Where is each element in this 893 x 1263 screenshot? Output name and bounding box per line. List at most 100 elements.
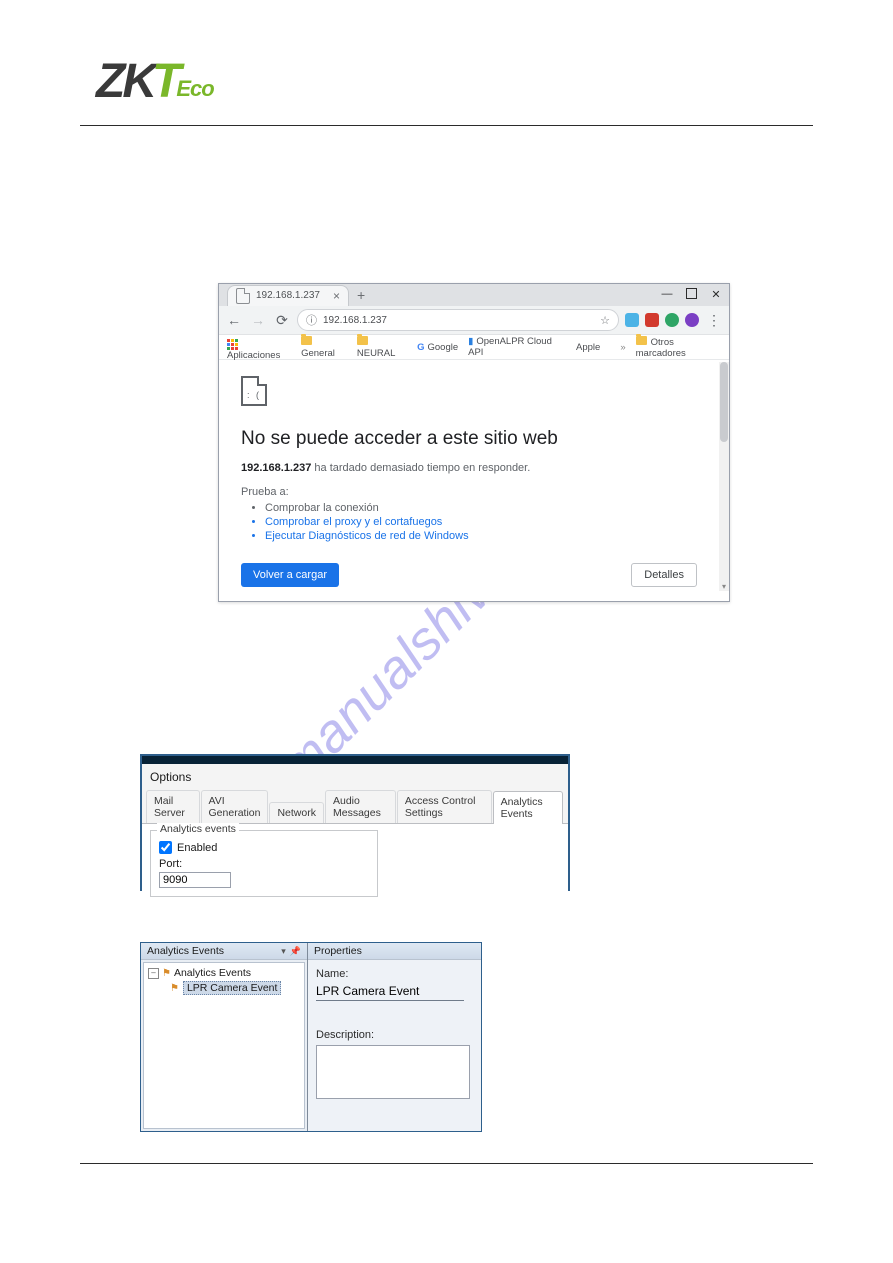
reload-button[interactable]: Volver a cargar (241, 563, 339, 587)
tabstrip: 192.168.1.237 × + — ✕ (219, 284, 729, 306)
suggestion-link[interactable]: Ejecutar Diagnósticos de red de Windows (265, 530, 697, 542)
ext-icon[interactable] (665, 313, 679, 327)
folder-icon (636, 336, 647, 345)
bookmark-apple[interactable]: Apple (573, 342, 600, 353)
footer-separator (80, 1163, 813, 1164)
event-icon: ⚑ (162, 968, 171, 979)
sad-document-icon: : ( (241, 376, 267, 406)
dialog-title: Options (142, 764, 568, 790)
scroll-down-icon[interactable]: ▾ (719, 582, 729, 591)
enabled-checkbox[interactable] (159, 841, 172, 854)
error-heading: No se puede acceder a este sitio web (241, 428, 697, 450)
back-button[interactable]: ← (225, 312, 243, 328)
analytics-events-fieldset: Analytics events Enabled Port: (150, 830, 378, 897)
scrollbar-thumb[interactable] (720, 362, 728, 442)
details-button[interactable]: Detalles (631, 563, 697, 587)
suggestion-link[interactable]: Comprobar el proxy y el cortafuegos (265, 516, 697, 528)
chrome-menu-icon[interactable]: ⋮ (705, 312, 723, 329)
toolbar: ← → ⟳ ⓘ 192.168.1.237 ☆ ⋮ (219, 306, 729, 335)
close-button[interactable]: ✕ (709, 288, 723, 301)
properties-body: Name: Description: (308, 960, 481, 1131)
address-bar[interactable]: ⓘ 192.168.1.237 ☆ (297, 309, 619, 331)
folder-icon (301, 336, 312, 345)
browser-window: 192.168.1.237 × + — ✕ ← → ⟳ ⓘ 192.168.1.… (218, 283, 730, 602)
suggestion-list: Comprobar la conexión Comprobar el proxy… (241, 502, 697, 542)
tab-audio-messages[interactable]: Audio Messages (325, 790, 396, 823)
tab-network[interactable]: Network (269, 802, 324, 823)
options-dialog: Options Mail Server AVI Generation Netwo… (140, 754, 570, 891)
google-g-icon: G (417, 342, 424, 353)
dialog-titlebar[interactable] (142, 756, 568, 764)
bookmark-openalpr[interactable]: ▮OpenALPR Cloud API (468, 336, 563, 358)
reload-button[interactable]: ⟳ (273, 312, 291, 329)
enabled-row: Enabled (159, 841, 369, 854)
bookmark-google[interactable]: GGoogle (417, 342, 458, 353)
other-bookmarks[interactable]: Otros marcadores (636, 336, 721, 359)
fieldset-legend: Analytics events (157, 823, 239, 835)
apps-grid-icon (227, 339, 238, 350)
options-body: Analytics events Enabled Port: (142, 824, 568, 905)
page-content: : ( No se puede acceder a este sitio web… (219, 362, 719, 601)
star-bookmark-icon[interactable]: ☆ (600, 314, 610, 327)
zkteco-logo: ZK T Eco (96, 58, 214, 106)
openalpr-icon: ▮ (468, 336, 473, 347)
tab-analytics-events[interactable]: Analytics Events (493, 791, 563, 824)
pane-tools: ▾ 📌 (281, 946, 301, 957)
ae-left-title: Analytics Events ▾ 📌 (141, 943, 307, 960)
name-label: Name: (316, 968, 473, 980)
try-label: Prueba a: (241, 486, 697, 498)
site-info-icon[interactable]: ⓘ (306, 312, 317, 328)
tab-access-control-settings[interactable]: Access Control Settings (397, 790, 492, 823)
events-tree[interactable]: – ⚑ Analytics Events ⚑ LPR Camera Event (143, 962, 305, 1129)
browser-tab[interactable]: 192.168.1.237 × (227, 285, 349, 306)
tree-collapse-icon[interactable]: – (148, 968, 159, 979)
event-icon: ⚑ (170, 983, 179, 994)
forward-button[interactable]: → (249, 312, 267, 328)
tree-child-label: LPR Camera Event (183, 981, 281, 995)
tab-close-icon[interactable]: × (333, 289, 340, 303)
port-label: Port: (159, 858, 369, 870)
apps-shortcut[interactable]: Aplicaciones (227, 334, 291, 361)
bookmarks-bar: Aplicaciones General NEURAL GGoogle ▮Ope… (219, 335, 729, 360)
ae-right-title: Properties (308, 943, 481, 960)
analytics-events-panel: Analytics Events ▾ 📌 – ⚑ Analytics Event… (140, 942, 482, 1132)
description-input[interactable] (316, 1045, 470, 1099)
ext-icon[interactable] (625, 313, 639, 327)
suggestion-item: Comprobar la conexión (265, 502, 697, 514)
error-subline: 192.168.1.237 ha tardado demasiado tiemp… (241, 462, 697, 474)
vertical-scrollbar[interactable]: ▴ ▾ (719, 362, 729, 591)
logo-eco: Eco (176, 78, 213, 100)
port-row: Port: (159, 858, 369, 888)
dropdown-icon[interactable]: ▾ (281, 946, 286, 957)
pin-icon[interactable]: 📌 (290, 946, 301, 957)
header-separator (80, 125, 813, 126)
tab-avi-generation[interactable]: AVI Generation (201, 790, 269, 823)
window-controls: — ✕ (660, 288, 723, 301)
bookmark-folder[interactable]: General (301, 336, 347, 359)
tree-root-label: Analytics Events (174, 967, 251, 979)
bookmark-folder[interactable]: NEURAL (357, 336, 407, 359)
name-input[interactable] (316, 982, 464, 1001)
enabled-label: Enabled (177, 842, 217, 854)
tree-root[interactable]: – ⚑ Analytics Events (148, 967, 300, 979)
extensions: ⋮ (625, 312, 723, 329)
options-tabstrip: Mail Server AVI Generation Network Audio… (142, 790, 568, 824)
logo-zk: ZK (96, 58, 154, 106)
folder-icon (357, 336, 368, 345)
maximize-button[interactable] (686, 288, 697, 299)
minimize-button[interactable]: — (660, 288, 674, 301)
ae-properties-pane: Properties Name: Description: (308, 943, 481, 1131)
tab-mail-server[interactable]: Mail Server (146, 790, 200, 823)
ext-icon[interactable] (645, 313, 659, 327)
overflow-chevron-icon[interactable]: » (620, 342, 625, 353)
profile-avatar-icon[interactable] (685, 313, 699, 327)
logo-t: T (152, 58, 178, 106)
ae-left-title-text: Analytics Events (147, 945, 224, 957)
tree-child[interactable]: ⚑ LPR Camera Event (170, 981, 300, 995)
description-label: Description: (316, 1029, 473, 1041)
tab-title: 192.168.1.237 (256, 290, 320, 301)
url-text: 192.168.1.237 (323, 315, 387, 326)
new-tab-button[interactable]: + (357, 287, 365, 303)
favicon-generic-icon (236, 288, 250, 304)
port-input[interactable] (159, 872, 231, 888)
